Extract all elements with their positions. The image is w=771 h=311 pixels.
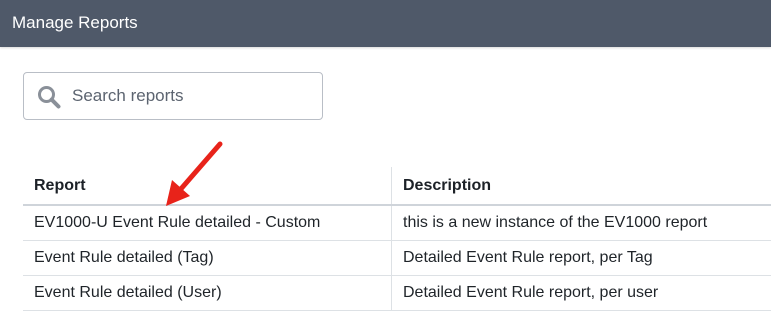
report-name-cell[interactable]: Event Rule detailed (Tag) xyxy=(23,241,392,276)
table-header-row: Report Description xyxy=(23,167,771,205)
arrow-icon xyxy=(162,140,224,210)
table-row[interactable]: Event Rule detailed (User) Detailed Even… xyxy=(23,276,771,311)
search-input[interactable] xyxy=(72,82,312,110)
report-description-cell: this is a new instance of the EV1000 rep… xyxy=(392,205,771,241)
page-header: Manage Reports xyxy=(0,0,771,47)
report-name-cell[interactable]: EV1000-U Event Rule detailed - Custom xyxy=(23,205,392,241)
search-box[interactable] xyxy=(23,72,323,120)
page-title: Manage Reports xyxy=(12,13,138,32)
report-description-cell: Detailed Event Rule report, per Tag xyxy=(392,241,771,276)
search-icon xyxy=(37,85,61,109)
column-header-description[interactable]: Description xyxy=(392,167,771,205)
report-description-cell: Detailed Event Rule report, per user xyxy=(392,276,771,311)
reports-table: Report Description EV1000-U Event Rule d… xyxy=(23,167,771,311)
table-row[interactable]: Event Rule detailed (Tag) Detailed Event… xyxy=(23,241,771,276)
table-row[interactable]: EV1000-U Event Rule detailed - Custom th… xyxy=(23,205,771,241)
report-name-cell[interactable]: Event Rule detailed (User) xyxy=(23,276,392,311)
